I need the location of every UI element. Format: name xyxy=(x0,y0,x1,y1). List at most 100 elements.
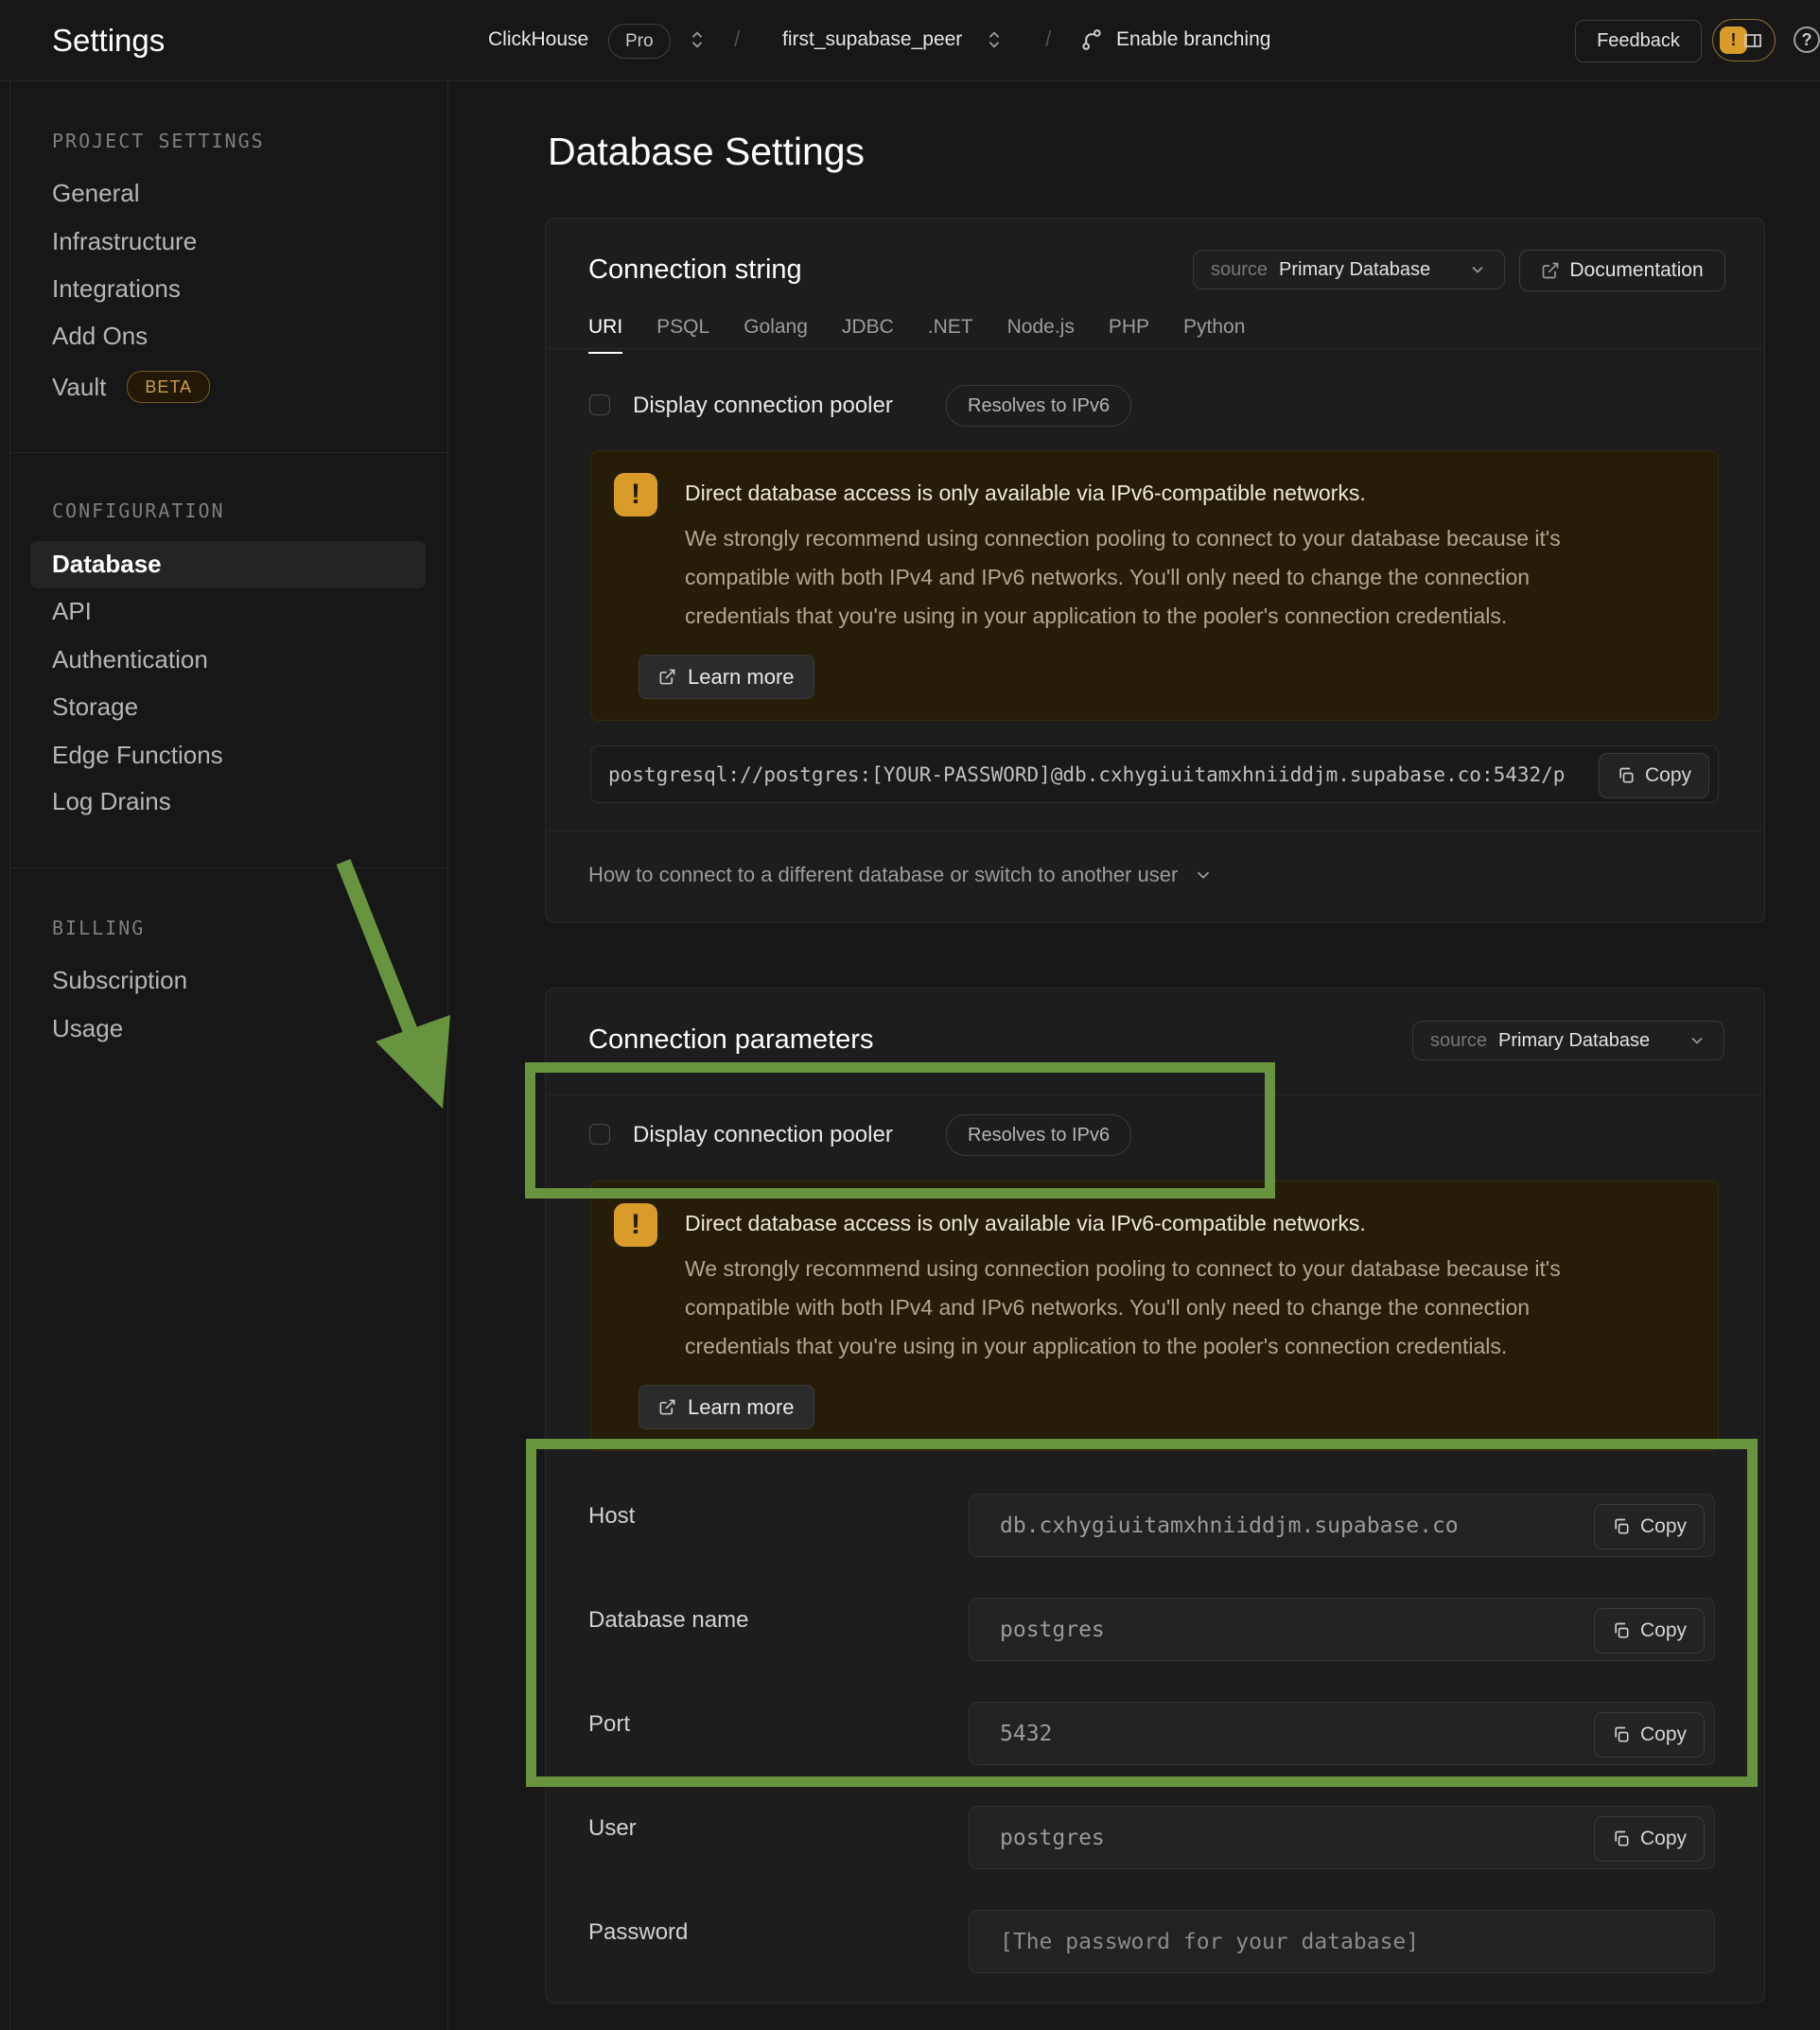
warning-body: We strongly recommend using connection p… xyxy=(685,519,1561,636)
warning-title: Direct database access is only available… xyxy=(685,481,1366,506)
source-select[interactable]: source Primary Database xyxy=(1412,1021,1724,1060)
source-select[interactable]: source Primary Database xyxy=(1193,250,1505,289)
sidebar-item-vault[interactable]: Vault BETA xyxy=(52,371,210,403)
warning-line: credentials that you're using in your ap… xyxy=(685,1327,1561,1366)
sidebar-section-configuration: CONFIGURATION xyxy=(52,499,225,522)
sidebar-item-infrastructure[interactable]: Infrastructure xyxy=(52,227,197,256)
switch-database-label: How to connect to a different database o… xyxy=(588,863,1178,887)
sidebar-item-api[interactable]: API xyxy=(52,597,92,626)
external-link-icon xyxy=(1541,261,1560,280)
warning-line: compatible with both IPv4 and IPv6 netwo… xyxy=(685,558,1561,597)
sidebar-item-label: Usage xyxy=(52,1014,123,1043)
copy-user-button[interactable]: Copy xyxy=(1594,1816,1705,1862)
user-label: User xyxy=(588,1815,637,1842)
documentation-button[interactable]: Documentation xyxy=(1519,250,1725,291)
warning-line: We strongly recommend using connection p… xyxy=(685,1250,1561,1288)
source-select-value: Primary Database xyxy=(1279,259,1430,281)
sidebar-divider xyxy=(447,80,448,2030)
warning-line: credentials that you're using in your ap… xyxy=(685,597,1561,636)
plan-badge: Pro xyxy=(608,24,671,59)
sidebar-item-label: Log Drains xyxy=(52,787,171,816)
copy-connection-string-button[interactable]: Copy xyxy=(1599,753,1709,798)
sidebar-item-add-ons[interactable]: Add Ons xyxy=(52,322,148,351)
annotation-rect-pooler xyxy=(525,1062,1275,1199)
warning-title: Direct database access is only available… xyxy=(685,1211,1366,1236)
password-placeholder: [The password for your database] xyxy=(1000,1911,1419,1972)
help-button[interactable]: ? xyxy=(1794,26,1820,53)
copy-label: Copy xyxy=(1640,1828,1687,1850)
user-input[interactable]: postgres Copy xyxy=(969,1806,1715,1869)
ipv6-warning-panel: ! Direct database access is only availab… xyxy=(590,450,1719,721)
sidebar-section-billing: BILLING xyxy=(52,917,145,939)
display-connection-pooler-checkbox[interactable] xyxy=(589,394,610,415)
copy-icon xyxy=(1617,766,1636,785)
copy-label: Copy xyxy=(1645,764,1691,787)
sidebar-item-usage[interactable]: Usage xyxy=(52,1014,123,1043)
page-title: Settings xyxy=(52,23,165,59)
password-input[interactable]: [The password for your database] xyxy=(969,1910,1715,1973)
sidebar-item-label: Add Ons xyxy=(52,322,148,351)
connection-string-title: Connection string xyxy=(588,254,802,286)
ipv6-warning-panel: ! Direct database access is only availab… xyxy=(590,1181,1719,1451)
password-label: Password xyxy=(588,1919,688,1946)
warning-alert-icon: ! xyxy=(614,473,657,516)
user-value: postgres xyxy=(1000,1807,1105,1868)
sidebar-item-label: Storage xyxy=(52,692,138,722)
inbox-panel-icon xyxy=(1741,29,1764,52)
sidebar-item-label: Subscription xyxy=(52,966,187,995)
breadcrumb-org[interactable]: ClickHouse xyxy=(488,28,588,51)
org-switcher-chevrons-icon[interactable] xyxy=(687,28,708,51)
notifications-button[interactable]: ! xyxy=(1712,19,1776,61)
enable-branching-button[interactable]: Enable branching xyxy=(1116,28,1270,51)
branch-icon xyxy=(1078,26,1105,53)
copy-icon xyxy=(1612,1829,1631,1848)
breadcrumb-project[interactable]: first_supabase_peer xyxy=(782,28,962,51)
breadcrumb-separator: / xyxy=(734,26,740,52)
sidebar-left-rail-divider xyxy=(9,80,10,2030)
beta-badge: BETA xyxy=(127,371,210,403)
sidebar-section-divider xyxy=(9,867,447,868)
project-switcher-chevrons-icon[interactable] xyxy=(984,28,1005,51)
sidebar-item-authentication[interactable]: Authentication xyxy=(52,645,208,674)
chevron-down-icon xyxy=(1193,865,1214,885)
sidebar-item-storage[interactable]: Storage xyxy=(52,692,138,722)
sidebar-item-integrations[interactable]: Integrations xyxy=(52,274,181,304)
resolves-to-ipv6-badge: Resolves to IPv6 xyxy=(946,385,1131,427)
help-glyph: ? xyxy=(1802,30,1812,50)
warning-alert-icon: ! xyxy=(614,1203,657,1247)
sidebar-item-edge-functions[interactable]: Edge Functions xyxy=(52,741,223,770)
feedback-label: Feedback xyxy=(1597,30,1680,52)
learn-more-label: Learn more xyxy=(688,665,795,690)
external-link-icon xyxy=(658,668,676,686)
learn-more-button[interactable]: Learn more xyxy=(639,655,814,699)
connection-parameters-title: Connection parameters xyxy=(588,1024,873,1056)
switch-database-disclosure[interactable]: How to connect to a different database o… xyxy=(588,863,1214,887)
external-link-icon xyxy=(658,1398,676,1416)
connection-string-value: postgresql://postgres:[YOUR-PASSWORD]@db… xyxy=(608,746,1597,802)
learn-more-button[interactable]: Learn more xyxy=(639,1385,814,1429)
sidebar-item-label: Integrations xyxy=(52,274,181,304)
source-select-label: source xyxy=(1211,259,1268,281)
sidebar-item-label: API xyxy=(52,597,92,626)
sidebar-item-subscription[interactable]: Subscription xyxy=(52,966,187,995)
feedback-button[interactable]: Feedback xyxy=(1575,20,1702,62)
breadcrumb-separator: / xyxy=(1045,26,1051,52)
sidebar-item-label: General xyxy=(52,179,140,208)
sidebar-section-divider xyxy=(9,452,447,453)
chevron-down-icon xyxy=(1468,260,1487,279)
sidebar-item-label: Database xyxy=(52,550,162,579)
sidebar-item-log-drains[interactable]: Log Drains xyxy=(52,787,171,816)
settings-sidebar: PROJECT SETTINGS General Infrastructure … xyxy=(0,80,447,2030)
connection-string-card: Connection string source Primary Databas… xyxy=(545,218,1765,923)
annotation-rect-parameters xyxy=(526,1439,1758,1787)
sidebar-item-database[interactable]: Database xyxy=(52,550,162,579)
warning-line: We strongly recommend using connection p… xyxy=(685,519,1561,558)
learn-more-label: Learn more xyxy=(688,1395,795,1420)
sidebar-item-label: Authentication xyxy=(52,645,208,674)
sidebar-item-general[interactable]: General xyxy=(52,179,140,208)
source-select-label: source xyxy=(1430,1030,1487,1052)
app-window: Settings ClickHouse Pro / first_supabase… xyxy=(0,0,1820,2030)
connection-string-input[interactable]: postgresql://postgres:[YOUR-PASSWORD]@db… xyxy=(590,745,1719,803)
sidebar-section-project-settings: PROJECT SETTINGS xyxy=(52,130,265,152)
documentation-label: Documentation xyxy=(1569,259,1703,282)
